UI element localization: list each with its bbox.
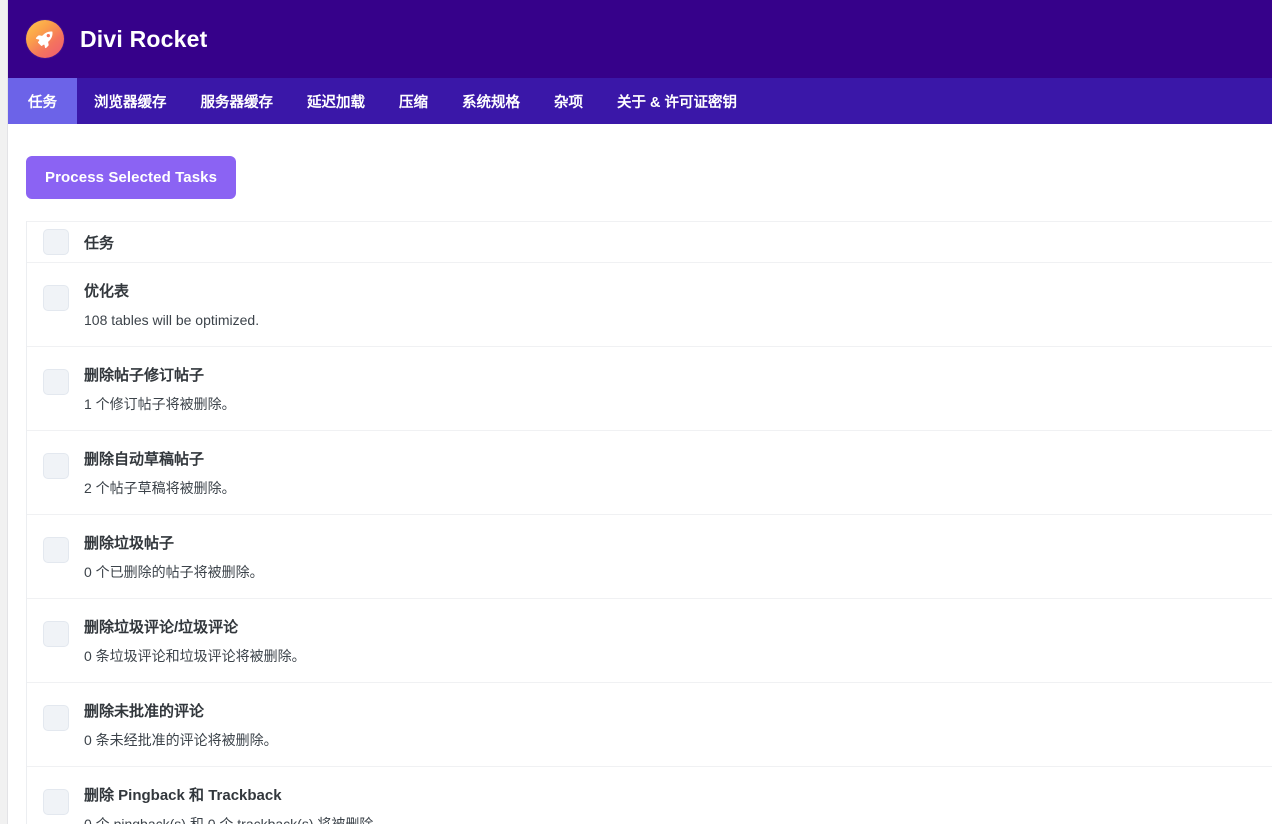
nav-item-about-license[interactable]: 关于 & 许可证密钥: [600, 78, 754, 124]
row-title: 删除自动草稿帖子: [84, 451, 205, 468]
nav-item-misc[interactable]: 杂项: [537, 78, 600, 124]
table-header-label-cell: 任务: [84, 232, 1272, 253]
row-body: 删除自动草稿帖子 2 个帖子草稿将被删除。: [84, 431, 1272, 499]
row-checkbox-cell: [27, 431, 84, 479]
action-bar: Process Selected Tasks: [9, 124, 1272, 221]
admin-left-gutter: [0, 0, 8, 824]
row-body: 删除垃圾评论/垃圾评论 0 条垃圾评论和垃圾评论将被删除。: [84, 599, 1272, 667]
divi-rocket-app: Divi Rocket 任务 浏览器缓存 服务器缓存 延迟加载 压缩 系统规格 …: [0, 0, 1272, 824]
column-header-task: 任务: [84, 234, 115, 252]
row-checkbox-delete-auto-drafts[interactable]: [42, 453, 69, 479]
row-description: 1 个修订帖子将被删除。: [84, 396, 236, 413]
row-title: 删除帖子修订帖子: [84, 367, 205, 384]
row-checkbox-cell: [27, 599, 84, 647]
row-checkbox-cell: [27, 767, 84, 815]
nav-item-system-specs[interactable]: 系统规格: [445, 78, 537, 124]
row-body: 删除帖子修订帖子 1 个修订帖子将被删除。: [84, 347, 1272, 415]
row-checkbox-cell: [27, 683, 84, 731]
row-checkbox-cell: [27, 263, 84, 311]
table-header-row: 任务: [27, 221, 1272, 263]
table-row: 删除垃圾帖子 0 个已删除的帖子将被删除。: [27, 515, 1272, 599]
table-row: 删除帖子修订帖子 1 个修订帖子将被删除。: [27, 347, 1272, 431]
row-description: 2 个帖子草稿将被删除。: [84, 480, 236, 497]
row-description: 0 条未经批准的评论将被删除。: [84, 732, 278, 749]
nav-item-compression[interactable]: 压缩: [382, 78, 445, 124]
row-body: 删除 Pingback 和 Trackback 0 个 pingback(s) …: [84, 767, 1272, 824]
row-title: 删除垃圾评论/垃圾评论: [84, 619, 239, 636]
table-row: 删除垃圾评论/垃圾评论 0 条垃圾评论和垃圾评论将被删除。: [27, 599, 1272, 683]
row-description: 0 个已删除的帖子将被删除。: [84, 564, 264, 581]
app-title: Divi Rocket: [80, 25, 208, 52]
row-body: 删除未批准的评论 0 条未经批准的评论将被删除。: [84, 683, 1272, 751]
task-table: 任务 优化表 108 tables will be optimized. 删除帖…: [26, 221, 1272, 824]
row-checkbox-optimize-tables[interactable]: [42, 285, 69, 311]
nav-item-server-cache[interactable]: 服务器缓存: [184, 78, 291, 124]
row-title: 优化表: [84, 283, 130, 300]
row-checkbox-delete-trashed-posts[interactable]: [42, 537, 69, 563]
row-title: 删除 Pingback 和 Trackback: [84, 787, 282, 804]
table-row: 删除自动草稿帖子 2 个帖子草稿将被删除。: [27, 431, 1272, 515]
row-checkbox-cell: [27, 515, 84, 563]
process-selected-tasks-button[interactable]: Process Selected Tasks: [26, 156, 237, 199]
main-nav: 任务 浏览器缓存 服务器缓存 延迟加载 压缩 系统规格 杂项 关于 & 许可证密…: [8, 78, 1272, 124]
nav-item-lazy-load[interactable]: 延迟加载: [290, 78, 382, 124]
row-checkbox-delete-spam-comments[interactable]: [42, 621, 69, 647]
row-description: 0 个 pingback(s) 和 0 个 trackback(s) 将被删除。: [84, 815, 1252, 824]
row-title: 删除未批准的评论: [84, 703, 205, 720]
nav-item-browser-cache[interactable]: 浏览器缓存: [77, 78, 184, 124]
main-content: Process Selected Tasks 任务 优化表 108 tables…: [9, 124, 1272, 824]
row-description: 108 tables will be optimized.: [84, 312, 260, 329]
rocket-icon: [26, 20, 64, 58]
row-title: 删除垃圾帖子: [84, 535, 175, 552]
row-checkbox-cell: [27, 347, 84, 395]
row-body: 删除垃圾帖子 0 个已删除的帖子将被删除。: [84, 515, 1272, 583]
select-all-checkbox[interactable]: [42, 229, 69, 255]
row-checkbox-delete-unapproved-comments[interactable]: [42, 705, 69, 731]
nav-item-tasks[interactable]: 任务: [8, 78, 77, 124]
row-checkbox-delete-pingbacks-trackbacks[interactable]: [42, 789, 69, 815]
table-header-checkbox-cell: [27, 229, 84, 255]
row-checkbox-delete-post-revisions[interactable]: [42, 369, 69, 395]
table-row: 删除 Pingback 和 Trackback 0 个 pingback(s) …: [27, 767, 1272, 824]
table-row: 删除未批准的评论 0 条未经批准的评论将被删除。: [27, 683, 1272, 767]
app-header: Divi Rocket: [8, 0, 1272, 78]
row-body: 优化表 108 tables will be optimized.: [84, 263, 1272, 331]
table-row: 优化表 108 tables will be optimized.: [27, 263, 1272, 347]
row-description: 0 条垃圾评论和垃圾评论将被删除。: [84, 648, 306, 665]
